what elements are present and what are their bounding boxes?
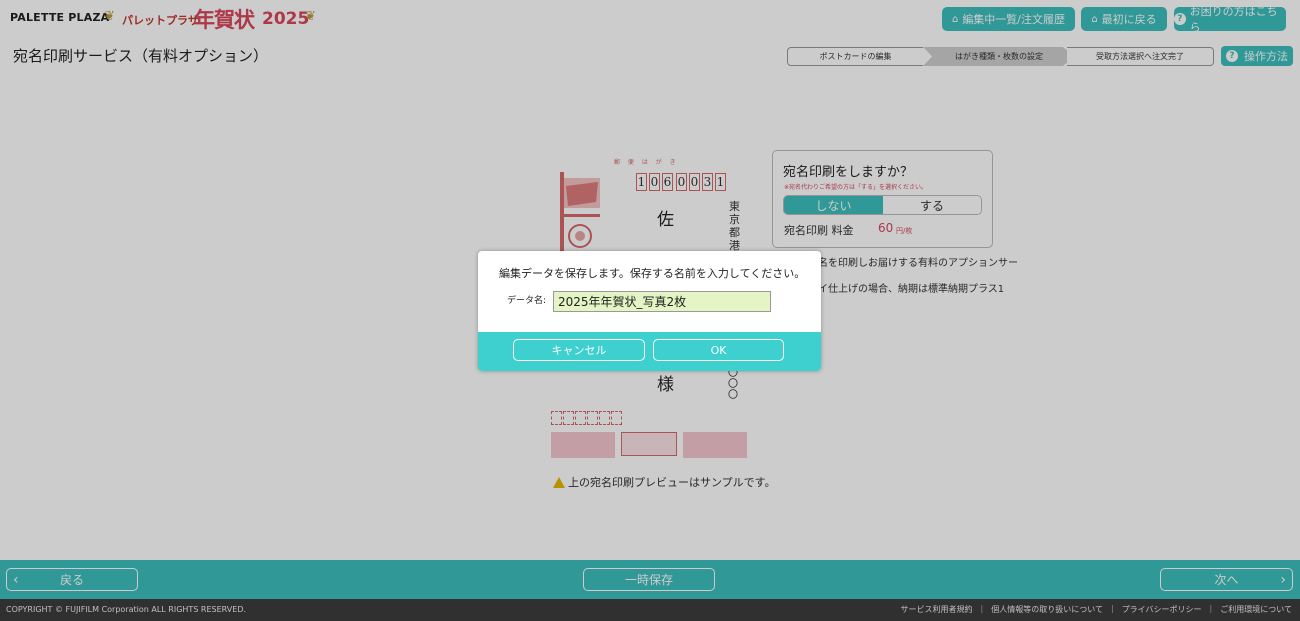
data-name-label: データ名: [507, 296, 547, 306]
data-name-input[interactable] [553, 291, 771, 312]
ok-button[interactable]: OK [653, 339, 784, 361]
save-dialog: 編集データを保存します。保存する名前を入力してください。 データ名: キャンセル… [478, 251, 821, 371]
cancel-button[interactable]: キャンセル [513, 339, 645, 361]
dialog-message: 編集データを保存します。保存する名前を入力してください。 [499, 267, 806, 280]
